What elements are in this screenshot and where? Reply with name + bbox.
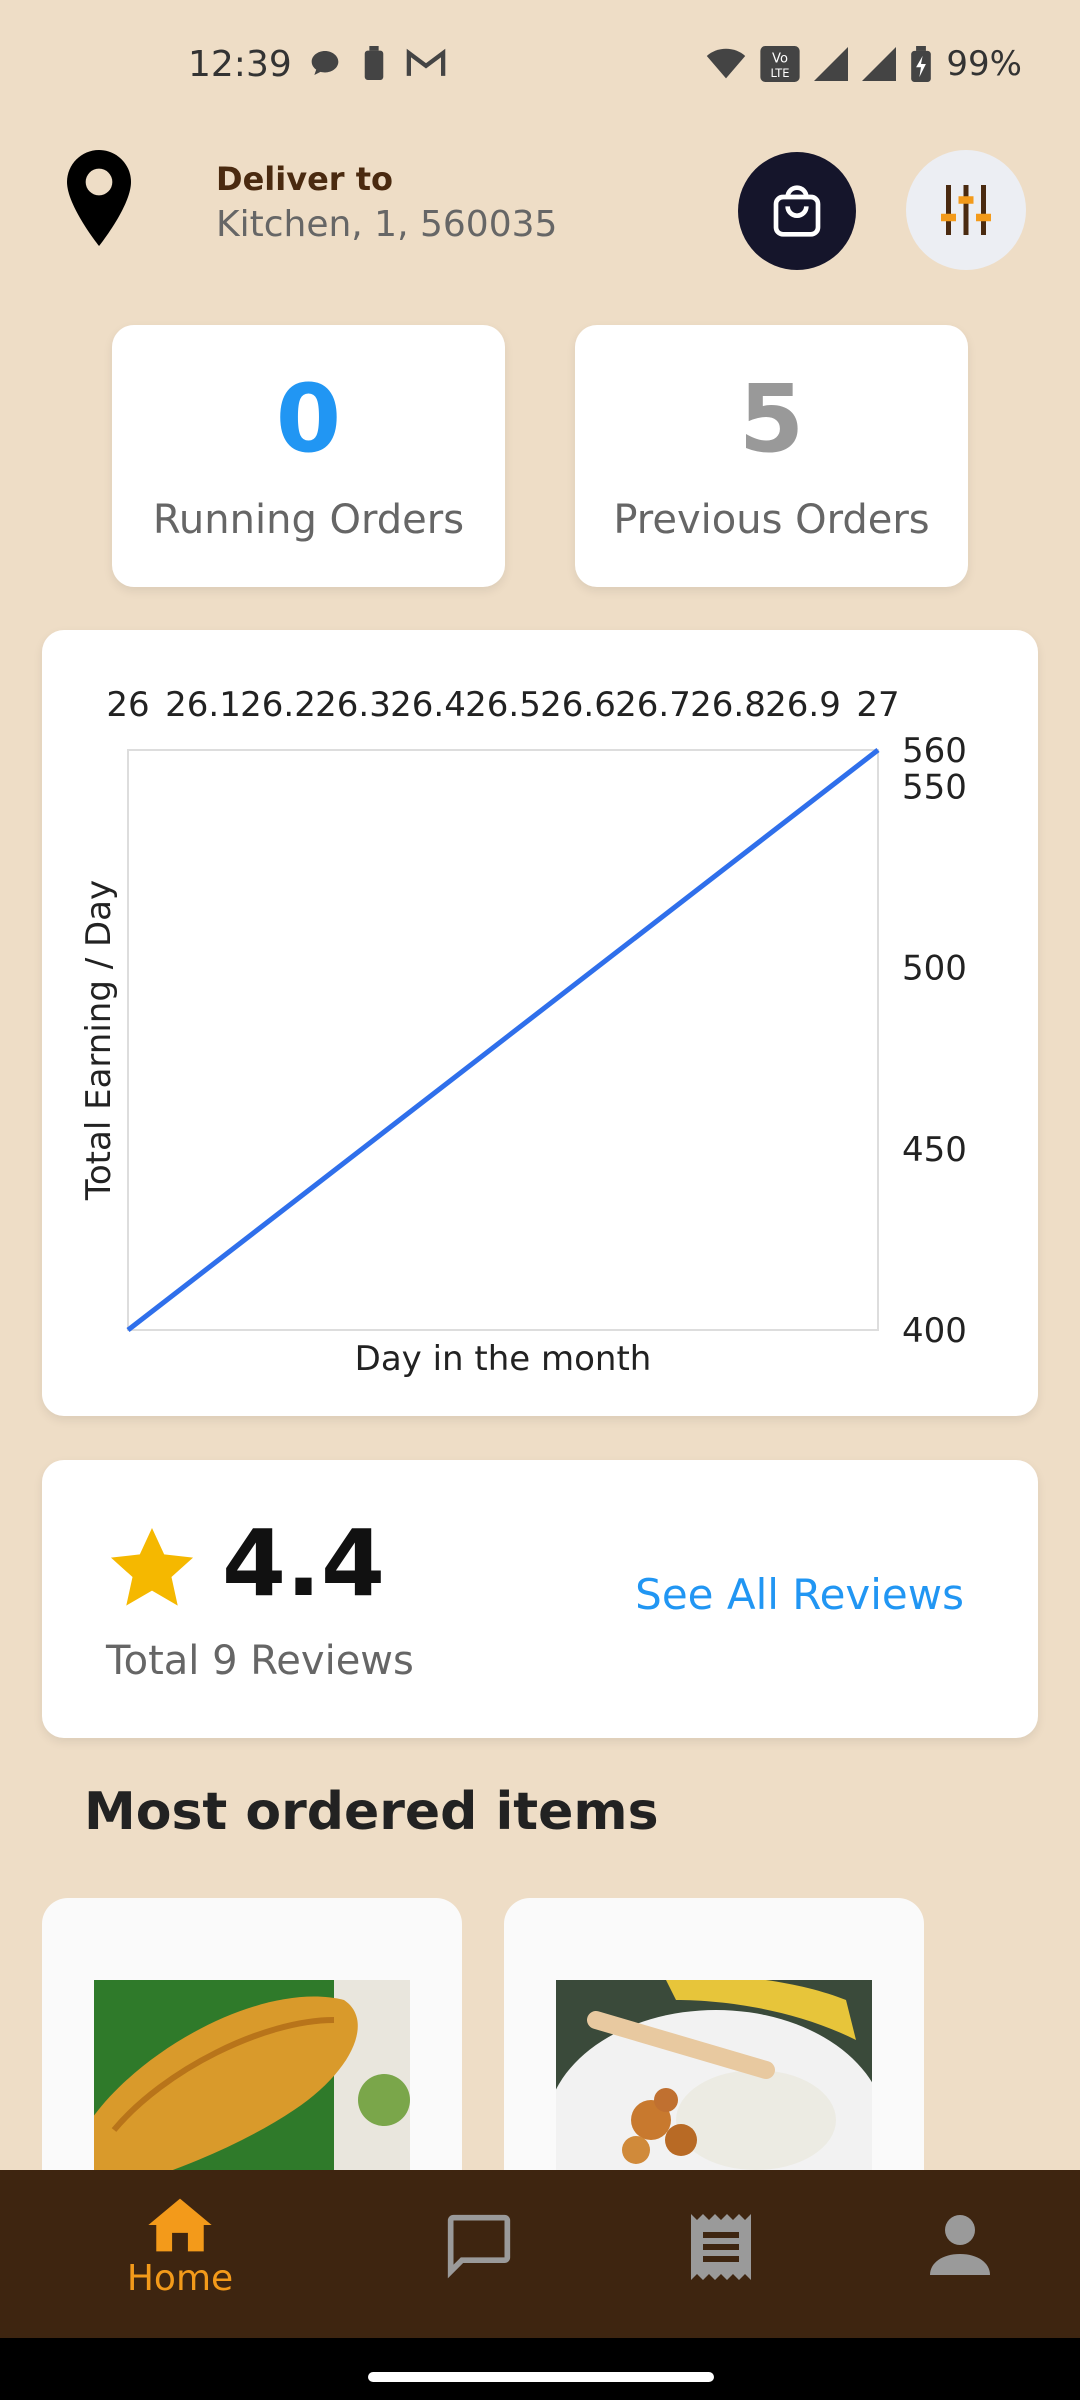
system-navigation-bar: [0, 2338, 1080, 2400]
receipt-icon: [691, 2214, 751, 2280]
filter-button[interactable]: [906, 150, 1026, 270]
battery-charging-icon: [911, 46, 932, 82]
battery-saver-icon: [364, 46, 384, 80]
nav-home-label: Home: [126, 2258, 234, 2299]
previous-orders-count: 5: [738, 365, 805, 474]
x-tick-label: 26.4: [390, 685, 466, 725]
reviews-card: 4.4 Total 9 Reviews See All Reviews: [42, 1460, 1038, 1738]
earnings-chart-card: 26 26.1 26.2 26.3 26.4 26.5 26.6 26.7 26.8 26.9 27…: [42, 630, 1038, 1416]
chat-icon: [447, 2214, 511, 2279]
x-tick-label: 26.3: [315, 685, 391, 725]
nav-home[interactable]: Home: [122, 2196, 238, 2299]
previous-orders-card[interactable]: 5 Previous Orders: [575, 325, 968, 587]
x-tick-label: 26.6: [540, 685, 616, 725]
status-bar: 12:39 Vo LTE 99%: [0, 0, 1080, 130]
deliver-to-label: Deliver to: [216, 160, 393, 198]
running-orders-count: 0: [275, 365, 342, 474]
y-tick-label: 500: [902, 949, 967, 989]
home-indicator[interactable]: [368, 2372, 714, 2382]
status-time: 12:39: [188, 44, 292, 85]
x-tick-label: 26.1: [165, 685, 241, 725]
cart-button[interactable]: [738, 152, 856, 270]
signal-icon: [814, 47, 849, 81]
x-tick-label: 26.9: [765, 685, 841, 725]
x-tick-label: 26: [106, 685, 149, 725]
y-tick-label: 400: [902, 1311, 967, 1351]
total-reviews: Total 9 Reviews: [106, 1638, 414, 1684]
location-pin-icon[interactable]: [66, 150, 132, 246]
most-ordered-title: Most ordered items: [84, 1782, 659, 1842]
average-rating: 4.4: [222, 1510, 385, 1617]
most-ordered-item[interactable]: [42, 1898, 462, 2198]
signal-icon: [862, 47, 897, 81]
volte-icon: VoLTE: [760, 46, 801, 82]
most-ordered-item[interactable]: [504, 1898, 924, 2198]
home-icon: [148, 2198, 212, 2252]
nav-profile[interactable]: [930, 2214, 990, 2276]
nav-orders[interactable]: [690, 2214, 752, 2280]
svg-text:LTE: LTE: [771, 66, 790, 80]
shopping-bag-icon: [773, 185, 821, 237]
nav-chat[interactable]: [444, 2212, 514, 2280]
y-axis-label: Total Earning / Day: [79, 880, 119, 1201]
x-tick-label: 26.2: [240, 685, 316, 725]
x-tick-label: 27: [856, 685, 899, 725]
x-axis-label: Day in the month: [355, 1339, 652, 1379]
x-tick-label: 26.7: [615, 685, 691, 725]
y-tick-label: 450: [902, 1130, 967, 1170]
battery-percentage: 99%: [946, 44, 1022, 84]
header: Deliver to Kitchen, 1, 560035: [0, 140, 1080, 280]
running-orders-label: Running Orders: [152, 497, 465, 543]
bottom-navigation: Home: [0, 2170, 1080, 2338]
series-line: [126, 748, 880, 1332]
person-icon: [930, 2215, 990, 2275]
svg-text:Vo: Vo: [772, 51, 788, 66]
star-icon: [110, 1528, 194, 1606]
delivery-address[interactable]: Kitchen, 1, 560035: [216, 204, 557, 245]
see-all-reviews-link[interactable]: See All Reviews: [635, 1570, 964, 1619]
gmail-icon: [406, 48, 446, 76]
previous-orders-label: Previous Orders: [613, 497, 930, 543]
y-tick-label: 550: [902, 767, 967, 807]
dosa-image: [94, 1980, 410, 2198]
wifi-icon: [707, 48, 746, 79]
tune-icon: [941, 185, 991, 235]
x-tick-label: 26.5: [465, 685, 541, 725]
earnings-chart: 26 26.1 26.2 26.3 26.4 26.5 26.6 26.7 26.8 26.9 27…: [79, 685, 967, 1379]
x-tick-label: 26.8: [690, 685, 766, 725]
chat-bubble-icon: [311, 51, 339, 75]
y-tick-label: 560: [902, 731, 967, 771]
running-orders-card[interactable]: 0 Running Orders: [112, 325, 505, 587]
fried-rice-plate-image: [556, 1980, 872, 2198]
